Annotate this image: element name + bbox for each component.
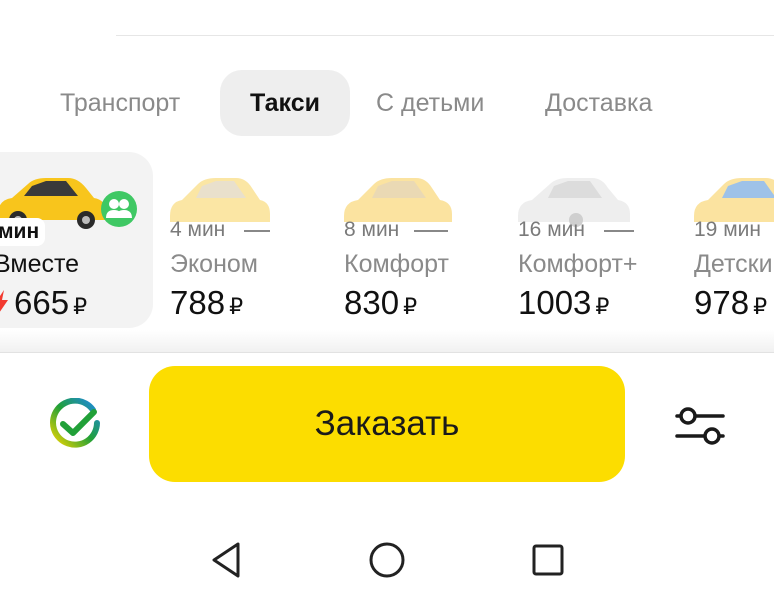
tab-delivery[interactable]: Доставка [545, 70, 652, 136]
eta-line [244, 230, 270, 232]
tab-taxi[interactable]: Такси [220, 70, 350, 136]
top-divider [116, 35, 774, 36]
tariff-card-economy[interactable]: 4 мин Эконом 788 ₽ [160, 152, 330, 328]
tariff-name: Вместе [0, 250, 80, 278]
tariff-name: Комфорт [344, 250, 449, 278]
tariff-eta: 16 мин [518, 218, 585, 241]
sliders-settings-icon[interactable] [674, 402, 726, 450]
system-navigation-bar [0, 520, 774, 600]
tariff-eta: мин [0, 218, 46, 246]
tariff-eta: 4 мин [170, 218, 226, 241]
tab-transport[interactable]: Транспорт [60, 70, 180, 136]
tariff-price: 1003 ₽ [518, 284, 610, 321]
tariff-eta: 19 мин [694, 218, 761, 241]
triangle-back-icon[interactable] [206, 538, 250, 582]
tab-with-kids[interactable]: С детьми [376, 70, 484, 136]
eta-line [604, 230, 634, 232]
tariff-card-kids[interactable]: 19 мин Детски 978 ₽ [684, 152, 774, 328]
category-tabs: Транспорт Такси С детьми Доставка [0, 70, 774, 136]
tariff-price: 665 ₽ [14, 284, 88, 321]
tariff-card-together[interactable]: мин Вместе 665 ₽ [0, 152, 153, 328]
panel-divider [0, 330, 774, 353]
tariff-price: 788 ₽ [170, 284, 244, 321]
tariff-name: Детски [694, 250, 773, 278]
order-button[interactable]: Заказать [149, 366, 625, 482]
tariff-eta: 8 мин [344, 218, 400, 241]
tariff-carousel[interactable]: мин Вместе 665 ₽ 4 мин Эконом 788 ₽ 8 мин … [0, 152, 774, 330]
tariff-name: Эконом [170, 250, 258, 278]
tariff-card-comfort[interactable]: 8 мин Комфорт 830 ₽ [334, 152, 504, 328]
group-icon [101, 191, 137, 227]
tariff-card-comfort-plus[interactable]: 16 мин Комфорт+ 1003 ₽ [508, 152, 684, 328]
eta-line [414, 230, 448, 232]
sberpay-check-icon[interactable] [48, 398, 102, 452]
tariff-price: 830 ₽ [344, 284, 418, 321]
square-recents-icon[interactable] [526, 538, 570, 582]
surge-lightning-icon [0, 290, 8, 312]
tariff-price: 978 ₽ [694, 284, 768, 321]
circle-home-icon[interactable] [365, 538, 409, 582]
tariff-name: Комфорт+ [518, 250, 638, 278]
order-button-label: Заказать [314, 404, 460, 443]
